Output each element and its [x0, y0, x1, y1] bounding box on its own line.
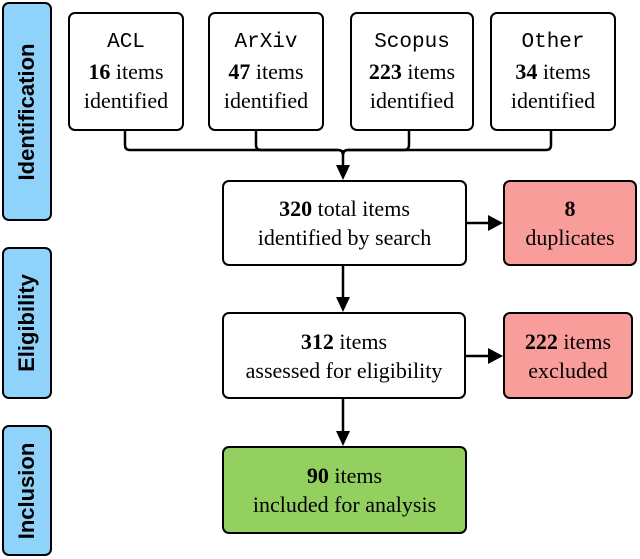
eligibility-count: 312	[300, 328, 334, 354]
eligibility-box: 312 items assessed for eligibility	[222, 312, 466, 399]
source-box-acl: ACL 16 items identified	[68, 12, 184, 131]
duplicates-box: 8 duplicates	[503, 180, 637, 266]
arrowhead-icon	[488, 348, 503, 364]
duplicates-count: 8	[564, 196, 576, 221]
included-box: 90 items included for analysis	[222, 446, 467, 534]
arrowhead-icon	[336, 165, 350, 180]
source-box-other: Other 34 items identified	[490, 12, 616, 131]
connector-other	[341, 130, 553, 156]
connector-arxiv	[254, 130, 338, 152]
connector-scopus	[348, 130, 411, 152]
source-status: identified	[510, 88, 596, 113]
source-status: identified	[369, 88, 455, 113]
source-name: ACL	[107, 31, 145, 54]
source-name: ArXiv	[234, 31, 298, 54]
arrowhead-icon	[488, 215, 503, 231]
source-count: 223	[368, 59, 402, 84]
source-status: identified	[223, 88, 309, 113]
total-count: 320	[279, 196, 313, 221]
total-identified-box: 320 total items identified by search	[222, 180, 467, 266]
source-status: identified	[83, 88, 169, 113]
excluded-box: 222 items excluded	[503, 312, 633, 399]
excluded-count: 222	[524, 328, 558, 354]
source-name: Other	[521, 31, 585, 54]
source-count: 34	[515, 59, 538, 84]
source-box-scopus: Scopus 223 items identified	[350, 12, 474, 131]
included-count: 90	[306, 463, 329, 488]
source-count: 16	[88, 59, 111, 84]
source-box-arxiv: ArXiv 47 items identified	[208, 12, 324, 131]
arrowhead-icon	[336, 297, 350, 312]
arrowhead-icon	[336, 431, 350, 446]
source-name: Scopus	[374, 31, 450, 54]
source-count: 47	[228, 59, 251, 84]
